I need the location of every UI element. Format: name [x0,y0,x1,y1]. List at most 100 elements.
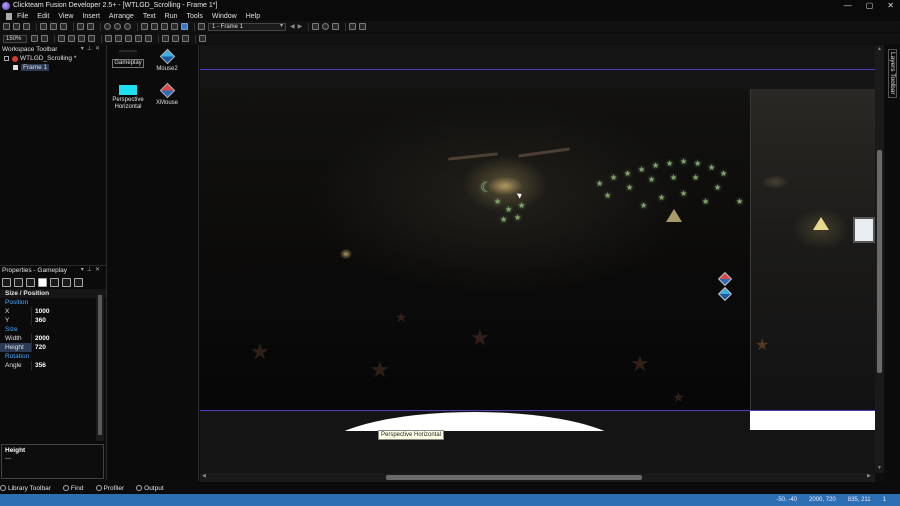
menu-view[interactable]: View [58,13,73,20]
prop-value[interactable]: 1000 [32,307,49,316]
scroll-up-icon[interactable]: ▲ [877,46,882,52]
tab-output[interactable]: Output [136,485,164,492]
shape-tool-icon[interactable] [332,23,340,30]
object-gameplay[interactable]: Gameplay [108,50,148,68]
zoom-select[interactable]: 150% [3,34,27,43]
new-icon[interactable] [3,23,10,30]
frame-view-icon[interactable] [181,23,188,30]
prop-width[interactable]: Width 2000 [0,334,106,343]
events-tab-icon[interactable] [26,277,35,287]
scroll-down-icon[interactable]: ▼ [877,465,882,471]
runtime-tab-icon[interactable] [50,277,59,287]
underline-icon[interactable] [135,35,142,42]
prop-height[interactable]: Height 720 [0,343,106,352]
gameplay-background-continued[interactable]: ★ [750,89,875,410]
italic-icon[interactable] [125,35,132,42]
object-xmouse[interactable]: XMouse [147,82,187,107]
zoom-icon[interactable] [31,35,38,42]
align-left-icon[interactable] [162,35,169,42]
menu-file[interactable]: File [17,13,28,20]
vertical-scrollbar[interactable]: ▲ ▼ [875,45,884,473]
run-icon[interactable] [114,23,121,30]
tree-app-row[interactable]: WTLGD_Scrolling * [0,54,106,63]
round-tool-icon[interactable] [322,23,330,30]
properties-scroll-thumb[interactable] [98,295,102,435]
tab-find[interactable]: Find [62,485,84,492]
prop-value[interactable]: 2000 [32,334,49,343]
redo-icon[interactable] [87,23,94,30]
about-tab-icon[interactable] [74,277,83,287]
event-editor-icon[interactable] [161,23,168,30]
menu-text[interactable]: Text [143,13,156,20]
frame-editor-icon[interactable] [151,23,158,30]
event-list-icon[interactable] [171,23,178,30]
help-icon[interactable] [104,23,111,30]
grid-toggle-icon[interactable] [58,35,65,42]
select-rect-icon[interactable] [349,23,357,30]
properties-scrollbar[interactable] [96,293,104,441]
align-right-icon[interactable] [182,35,189,42]
horizontal-scroll-thumb[interactable] [386,475,642,480]
collapse-icon[interactable] [4,56,9,61]
close-button[interactable]: ✕ [887,1,894,10]
grid-setup-icon[interactable] [78,35,85,42]
menu-window[interactable]: Window [212,13,237,20]
prop-angle[interactable]: Angle 356 [0,361,106,370]
size-position-tab-icon[interactable] [38,277,47,287]
paste-icon[interactable] [60,23,67,30]
menu-insert[interactable]: Insert [82,13,100,20]
resize-icon[interactable] [199,35,206,42]
align-icon[interactable] [88,35,95,42]
prop-y[interactable]: Y 360 [0,316,106,325]
copy-icon[interactable] [50,23,57,30]
layers-toolbar-tab[interactable]: Layers Toolbar [885,45,900,481]
prop-key: Y [0,316,32,325]
frame-editor-canvas[interactable]: ☾ ★ ★ ★ ★ ★ ★ ★ ★ ★ ★ ★ ★ ★ ★ ★ ★ ★ ★ ★ … [200,45,875,473]
horizontal-scrollbar[interactable]: ◀ ▶ [200,473,875,482]
open-icon[interactable] [13,23,20,30]
next-frame-icon[interactable]: ▶ [298,23,303,30]
perspective-edge-strip [750,411,875,430]
object-perspective[interactable]: Perspective Horizontal [108,85,148,111]
align-center-icon[interactable] [172,35,179,42]
tab-library-toolbar[interactable]: Library Toolbar [0,485,51,492]
frame-select[interactable]: 1 - Frame 1 [208,22,286,31]
menu-edit[interactable]: Edit [37,13,49,20]
object-mouse2[interactable]: Mouse2 [147,48,187,73]
minimize-button[interactable]: — [844,1,852,10]
stop-icon[interactable] [124,23,131,30]
menu-arrange[interactable]: Arrange [109,13,134,20]
layer-tool-icon[interactable] [359,23,367,30]
bold-icon[interactable] [115,35,122,42]
vertical-scroll-thumb[interactable] [877,150,882,373]
settings-tab-icon[interactable] [2,277,11,287]
save-icon[interactable] [23,23,30,30]
storyboard-icon[interactable] [141,23,148,30]
frame-nav-icon[interactable] [198,23,205,30]
maximize-button[interactable]: ▢ [866,1,874,10]
undo-icon[interactable] [77,23,84,30]
prop-value[interactable]: 720 [32,343,46,352]
values-tab-icon[interactable] [62,277,71,287]
tab-profiler[interactable]: Profiler [95,485,124,492]
display-tab-icon[interactable] [14,277,23,287]
snap-icon[interactable] [68,35,75,42]
grid-icon[interactable] [312,23,320,30]
prop-x[interactable]: X 1000 [0,307,106,316]
edit-tool-icon[interactable] [41,35,48,42]
gameplay-background[interactable]: ☾ ★ ★ ★ ★ ★ ★ ★ ★ ★ ★ ★ ★ ★ ★ ★ ★ ★ ★ ★ … [200,89,750,410]
prop-value[interactable]: 360 [32,316,46,325]
panel-pin-icons[interactable]: ▾⊥✕ [81,266,103,273]
color-icon[interactable] [145,35,152,42]
prop-value[interactable]: 356 [32,361,46,370]
menu-run[interactable]: Run [165,13,178,20]
prev-frame-icon[interactable]: ◀ [290,23,295,30]
panel-pin-icons[interactable]: ▾⊥✕ [81,45,103,52]
tree-frame-row[interactable]: Frame 1 [0,63,106,72]
scroll-right-icon[interactable]: ▶ [867,473,871,479]
cut-icon[interactable] [40,23,47,30]
menu-tools[interactable]: Tools [187,13,203,20]
menu-help[interactable]: Help [246,13,260,20]
scroll-left-icon[interactable]: ◀ [202,473,206,479]
font-icon[interactable] [105,35,112,42]
